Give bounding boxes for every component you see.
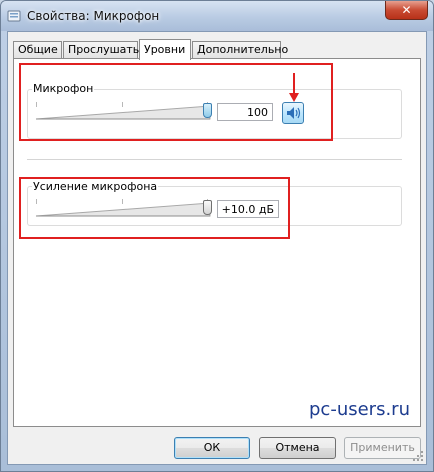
cancel-button[interactable]: Отмена [259, 437, 336, 459]
microphone-properties-icon [7, 10, 21, 22]
boost-highlight-box [19, 177, 290, 239]
tab-advanced[interactable]: Дополнительно [192, 41, 288, 58]
tab-listen[interactable]: Прослушать [63, 41, 139, 58]
levels-panel: Микрофон 100 Усиление микрофона +10.0 дБ… [13, 58, 421, 427]
dialog-body: Общие Прослушать Уровни Дополнительно Ми… [7, 31, 427, 465]
window-title: Свойства: Микрофон [27, 9, 160, 23]
title-bar[interactable]: Свойства: Микрофон ✕ [1, 1, 433, 31]
apply-button: Применить [344, 437, 421, 459]
resize-grip-icon[interactable] [412, 450, 424, 462]
tab-general[interactable]: Общие [13, 41, 62, 58]
close-button[interactable]: ✕ [385, 1, 428, 20]
dialog-window: Свойства: Микрофон ✕ Общие Прослушать Ур… [0, 0, 434, 472]
ok-button[interactable]: ОК [174, 437, 250, 459]
tab-levels[interactable]: Уровни [139, 39, 191, 60]
watermark-text: pc-users.ru [309, 399, 410, 420]
microphone-highlight-box [19, 63, 333, 141]
separator-line [27, 159, 402, 160]
